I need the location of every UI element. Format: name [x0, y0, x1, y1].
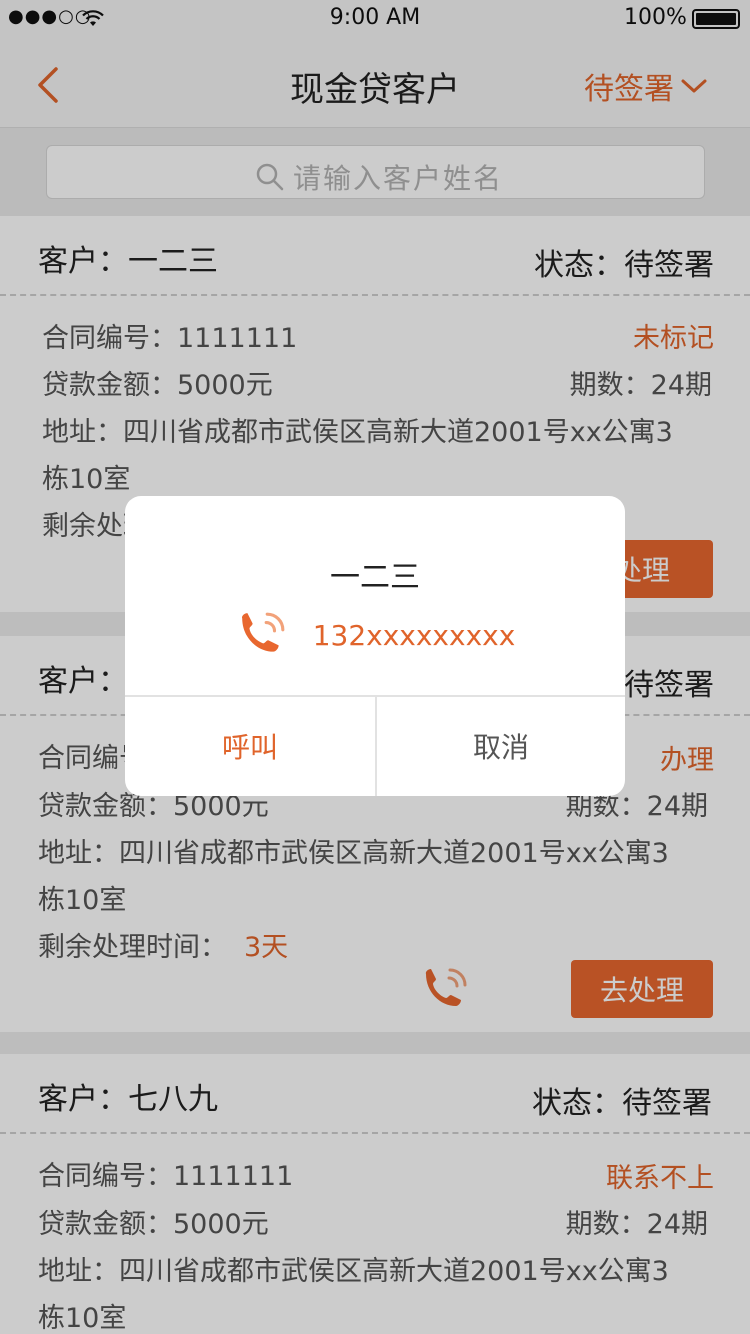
call-button[interactable]: 呼叫	[125, 696, 375, 796]
dialog-phone-number: 132xxxxxxxxx	[312, 618, 516, 652]
cancel-button[interactable]: 取消	[377, 696, 625, 796]
call-dialog: 一二三 132xxxxxxxxx 呼叫 取消	[125, 496, 625, 796]
phone-icon	[241, 612, 285, 652]
dialog-customer-name: 一二三	[330, 560, 420, 595]
